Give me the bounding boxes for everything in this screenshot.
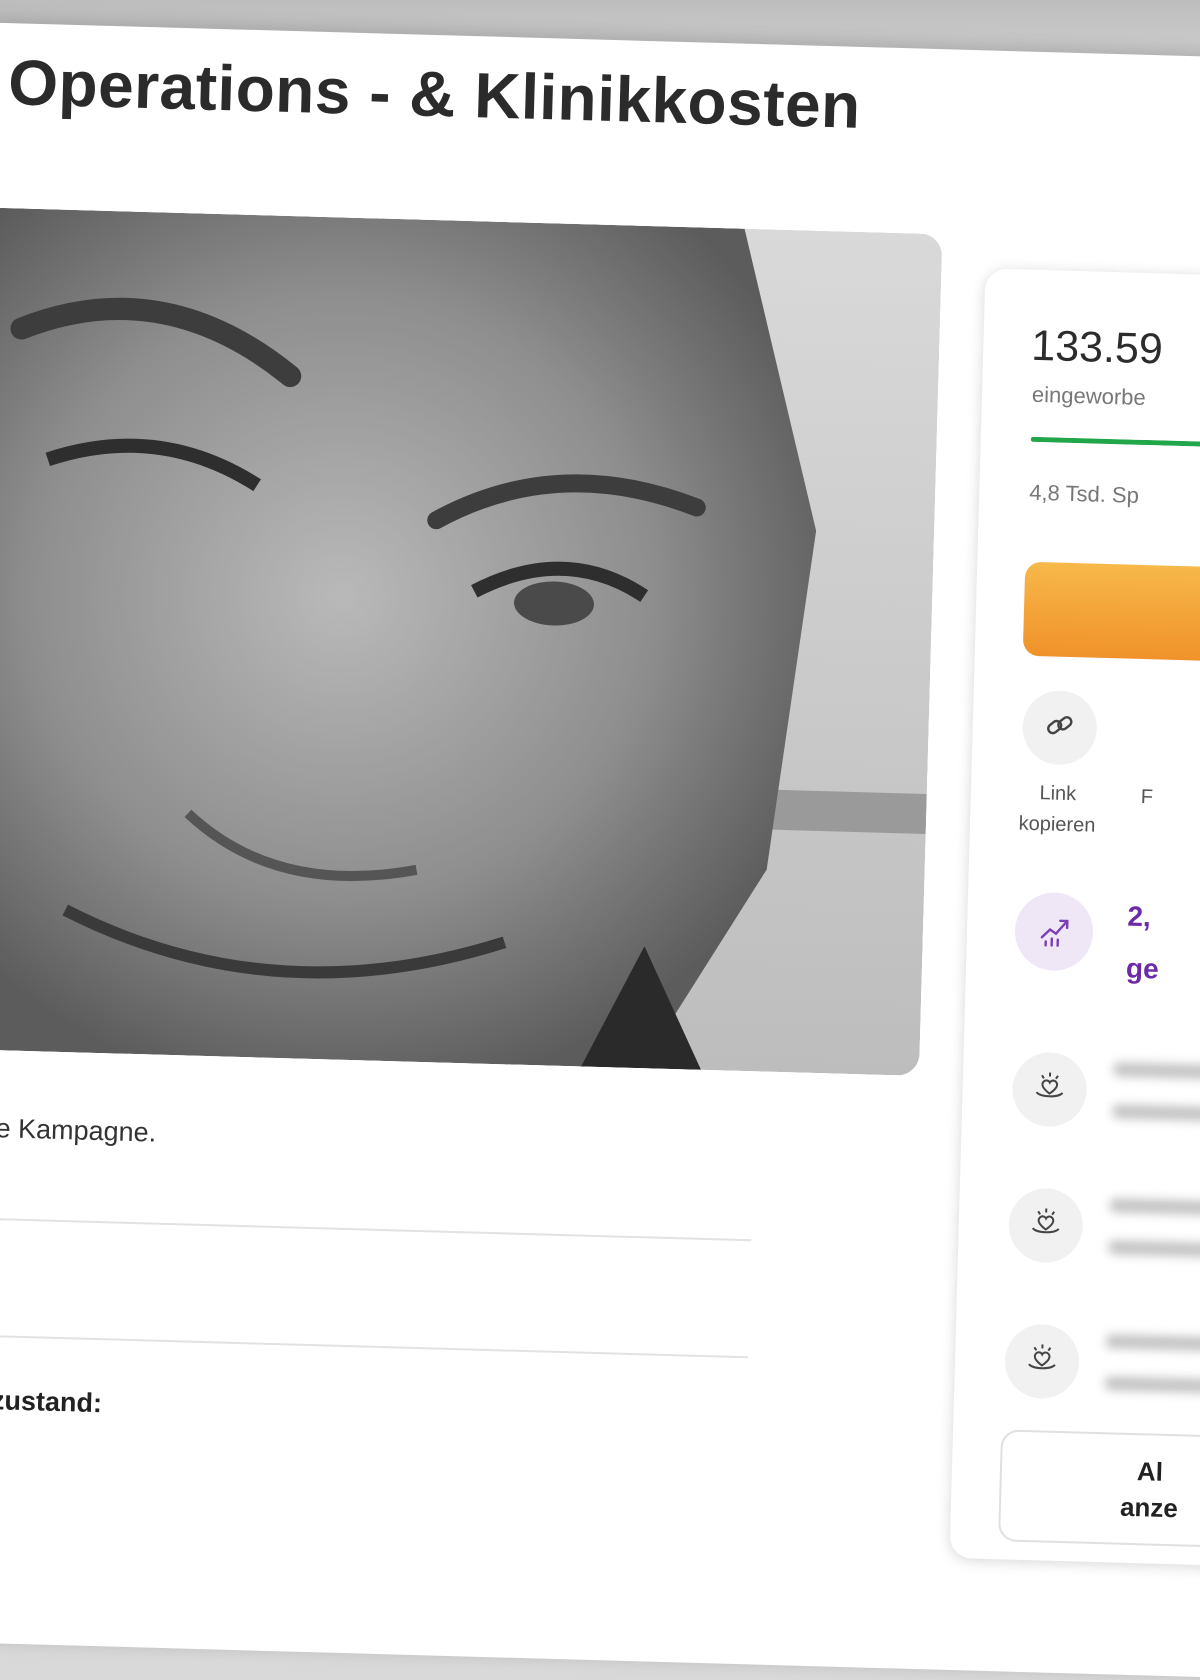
- blurred-donor-entry: [986, 268, 1200, 1258]
- donate-button[interactable]: [1022, 561, 1200, 665]
- copy-link-label: Link kopieren: [1012, 777, 1104, 841]
- donor-avatar: [1003, 1323, 1081, 1400]
- donor-avatar: [1007, 1187, 1084, 1264]
- blurred-donor-entry: [986, 268, 1200, 1122]
- heart-hand-icon: [1020, 1337, 1063, 1385]
- divider: [0, 1216, 752, 1242]
- show-all-label-line2: anze: [1119, 1491, 1179, 1524]
- share-option-label: F: [1140, 785, 1154, 809]
- trending-up-icon: [1033, 909, 1074, 955]
- progress-fill: [1030, 436, 1200, 450]
- donor-avatar: [1011, 1051, 1088, 1128]
- copy-link-label-line1: Link: [1039, 782, 1077, 806]
- raised-label: eingeworbe: [1031, 381, 1147, 410]
- amount-raised: 133.59: [1030, 321, 1164, 374]
- copy-link-button[interactable]: [1021, 689, 1098, 766]
- show-all-button[interactable]: Al anze: [997, 1429, 1200, 1550]
- copy-link-label-line2: kopieren: [1018, 812, 1096, 837]
- heart-hand-icon: [1028, 1065, 1071, 1113]
- campaign-page: Operations - & Klinikkosten ese Kampagne…: [0, 22, 1200, 1678]
- section-heading: itszustand:: [0, 1384, 103, 1419]
- donation-count: 4,8 Tsd. Sp: [1028, 479, 1140, 508]
- divider: [0, 1333, 749, 1359]
- campaign-photo: [0, 206, 943, 1076]
- trending-text-line2: ge: [1125, 952, 1160, 985]
- link-icon: [1039, 705, 1080, 751]
- trending-badge: [1013, 891, 1095, 972]
- heart-hand-icon: [1024, 1201, 1067, 1249]
- portrait-image: [0, 206, 943, 1076]
- campaign-title: Operations - & Klinikkosten: [7, 46, 862, 142]
- donation-card: 133.59 eingeworbe 4,8 Tsd. Sp Link kopie…: [949, 268, 1200, 1567]
- trending-text: 2, ge: [1125, 891, 1161, 996]
- campaign-note: ese Kampagne.: [0, 1112, 157, 1148]
- trending-text-line1: 2,: [1127, 900, 1152, 933]
- blurred-donor-entry: [986, 268, 1200, 1394]
- progress-bar: [1030, 436, 1200, 451]
